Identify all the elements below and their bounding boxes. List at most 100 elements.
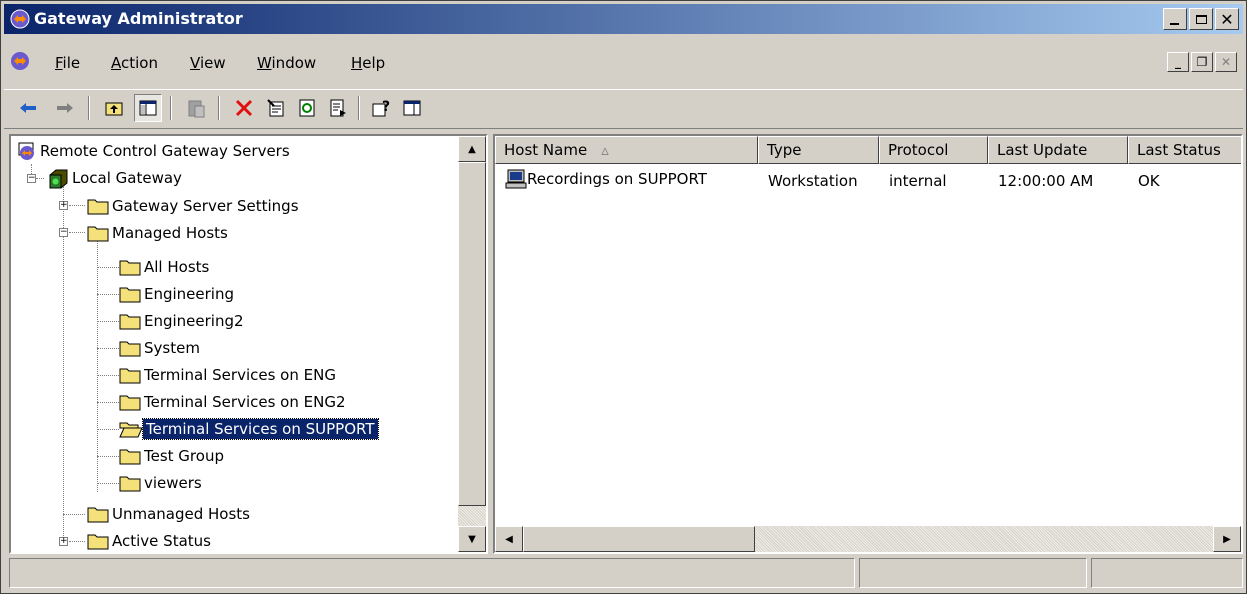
tree-active-status[interactable]: Active Status — [87, 528, 214, 552]
folder-icon — [87, 199, 109, 215]
tree-root-label: Remote Control Gateway Servers — [40, 142, 290, 160]
gateway-app-icon[interactable] — [10, 9, 30, 33]
hscroll-thumb[interactable] — [523, 526, 755, 552]
action-pane-button[interactable] — [398, 94, 426, 122]
console-tree-pane[interactable]: Remote Control Gateway Servers − Local G… — [9, 134, 488, 554]
protocol-cell: internal — [889, 172, 947, 190]
right-triangle-icon: ▶ — [1223, 533, 1231, 545]
menu-file[interactable]: File — [55, 54, 80, 72]
gateway-settings-label: Gateway Server Settings — [112, 197, 299, 215]
tree-group-ts-eng[interactable]: Terminal Services on ENG — [119, 362, 339, 388]
mdi-close-button[interactable]: ✕ — [1215, 52, 1237, 72]
scroll-down-button[interactable]: ▼ — [458, 526, 486, 552]
expand-gateway-settings[interactable]: + — [59, 201, 68, 210]
column-protocol[interactable]: Protocol — [879, 136, 988, 164]
minimize-button[interactable] — [1163, 8, 1187, 30]
menu-window[interactable]: Window — [257, 54, 316, 72]
mdi-restore-button[interactable]: ❐ — [1191, 52, 1213, 72]
column-last-status[interactable]: Last Status — [1128, 136, 1241, 164]
folder-icon — [119, 341, 141, 357]
scroll-thumb[interactable] — [458, 162, 486, 506]
help-icon: ? — [372, 99, 390, 117]
folder-icon — [119, 287, 141, 303]
tree-group-ts-eng2[interactable]: Terminal Services on ENG2 — [119, 389, 349, 415]
mdi-window-icon[interactable] — [10, 51, 30, 75]
folder-icon — [87, 534, 109, 550]
close-button[interactable]: ✕ — [1215, 8, 1239, 30]
tree-group-all-hosts[interactable]: All Hosts — [119, 254, 212, 280]
group-label: Engineering — [144, 285, 234, 303]
refresh-icon — [299, 99, 315, 117]
maximize-button[interactable] — [1189, 8, 1213, 30]
column-header-label: Protocol — [888, 141, 949, 159]
table-row[interactable]: Recordings on SUPPORT Workstation intern… — [495, 168, 1241, 192]
scroll-left-button[interactable]: ◀ — [495, 526, 523, 552]
column-header-label: Last Status — [1137, 141, 1221, 159]
status-panel-2 — [859, 558, 1087, 588]
tree-group-engineering[interactable]: Engineering — [119, 281, 237, 307]
folder-icon — [119, 395, 141, 411]
active-status-label: Active Status — [112, 532, 211, 550]
group-label: Terminal Services on ENG2 — [144, 393, 346, 411]
tree-local-gateway[interactable]: Local Gateway — [47, 165, 185, 191]
app-window: Gateway Administrator ✕ File Action View… — [0, 0, 1247, 594]
status-bar — [9, 558, 1243, 590]
tree-group-system[interactable]: System — [119, 335, 203, 361]
column-header-label: Host Name — [504, 141, 588, 159]
tree-group-engineering2[interactable]: Engineering2 — [119, 308, 247, 334]
tree-root[interactable]: Remote Control Gateway Servers — [17, 138, 293, 164]
menu-bar: File Action View Window Help _ ❐ ✕ — [4, 38, 1243, 88]
forward-button[interactable] — [51, 94, 79, 122]
tree-managed-hosts[interactable]: Managed Hosts — [87, 220, 231, 246]
tree-group-viewers[interactable]: viewers — [119, 470, 205, 496]
tree-gateway-settings[interactable]: Gateway Server Settings — [87, 193, 302, 219]
paste-button[interactable] — [182, 94, 210, 122]
group-label: All Hosts — [144, 258, 210, 276]
up-level-button[interactable] — [100, 94, 128, 122]
tree-group-test-group[interactable]: Test Group — [119, 443, 227, 469]
left-triangle-icon: ◀ — [505, 533, 513, 545]
column-host-name[interactable]: Host Name ▵ — [495, 136, 758, 164]
clipboard-icon — [188, 100, 205, 118]
scroll-right-button[interactable]: ▶ — [1213, 526, 1241, 552]
export-list-button[interactable] — [324, 94, 352, 122]
group-label: Engineering2 — [144, 312, 244, 330]
tree-vertical-scrollbar[interactable]: ▲ ▼ — [458, 136, 486, 552]
column-header-label: Last Update — [997, 141, 1088, 159]
refresh-button[interactable] — [293, 94, 321, 122]
properties-icon — [267, 99, 284, 117]
status-panel-main — [9, 558, 855, 588]
expand-local-gateway[interactable]: − — [27, 174, 36, 183]
expand-active-status[interactable]: + — [59, 537, 68, 546]
delete-x-icon — [235, 99, 253, 117]
local-gateway-icon — [49, 169, 68, 189]
properties-button[interactable] — [262, 94, 290, 122]
menu-help[interactable]: Help — [351, 54, 385, 72]
scroll-up-button[interactable]: ▲ — [458, 136, 486, 162]
tree-unmanaged-hosts[interactable]: Unmanaged Hosts — [87, 501, 253, 527]
tree-group-ts-support[interactable]: Terminal Services on SUPPORT — [119, 416, 379, 442]
help-button[interactable]: ? — [368, 94, 396, 122]
group-label: viewers — [144, 474, 202, 492]
group-label: Terminal Services on ENG — [144, 366, 336, 384]
last-update-cell: 12:00:00 AM — [998, 172, 1094, 190]
title-bar[interactable]: Gateway Administrator ✕ — [4, 4, 1243, 34]
column-type[interactable]: Type — [758, 136, 879, 164]
sort-ascending-icon: ▵ — [601, 141, 609, 159]
action-pane-icon — [403, 100, 421, 116]
show-hide-tree-button[interactable] — [134, 94, 162, 122]
mdi-minimize-button[interactable]: _ — [1167, 52, 1189, 72]
menu-action[interactable]: Action — [111, 54, 158, 72]
expand-managed-hosts[interactable]: − — [59, 228, 68, 237]
list-horizontal-scrollbar[interactable]: ◀ ▶ — [495, 526, 1241, 552]
toolbar: ? — [4, 89, 1243, 129]
status-panel-3 — [1091, 558, 1243, 588]
folder-icon — [119, 449, 141, 465]
back-button[interactable] — [14, 94, 42, 122]
svg-text:?: ? — [382, 99, 390, 115]
results-list-pane[interactable]: Host Name ▵ Type Protocol Last Update La… — [493, 134, 1243, 554]
column-last-update[interactable]: Last Update — [988, 136, 1128, 164]
menu-view[interactable]: View — [190, 54, 226, 72]
folder-icon — [119, 368, 141, 384]
delete-button[interactable] — [230, 94, 258, 122]
